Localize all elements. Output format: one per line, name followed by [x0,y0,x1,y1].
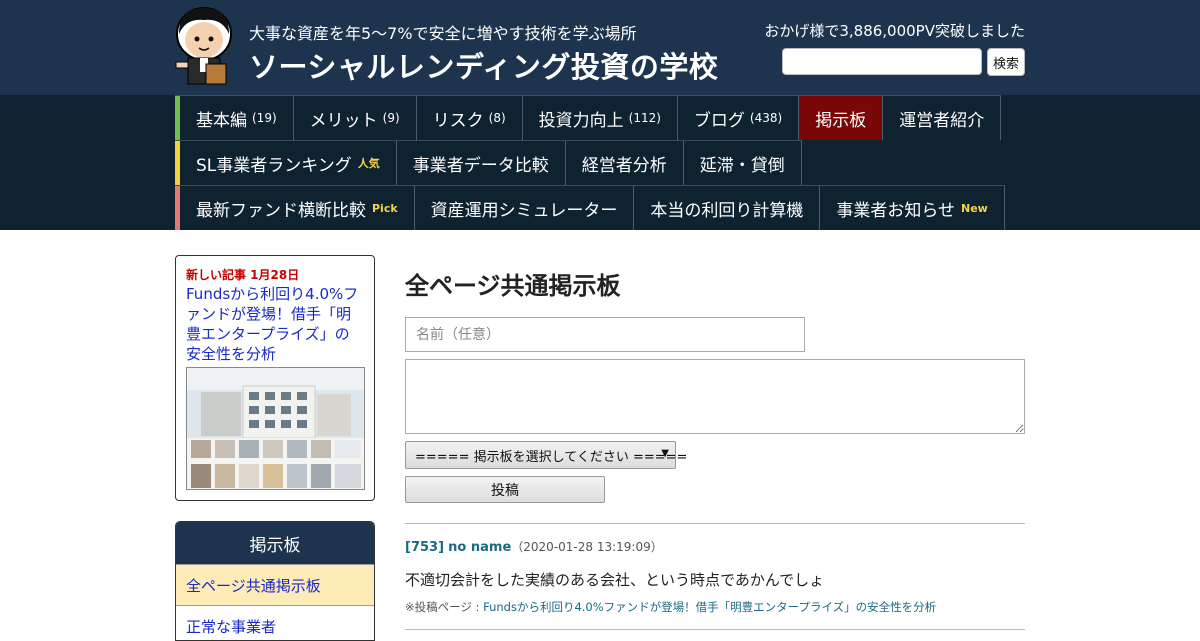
nav-item-label: 最新ファンド横断比較 [196,200,366,221]
post-source-link[interactable]: Fundsから利回り4.0%ファンドが登場！借手「明豊エンタープライズ」の安全性… [483,600,936,614]
nav-item-label: 投資力向上 [538,110,624,131]
nav-item-label: 事業者お知らせ [836,200,956,221]
site-tagline: 大事な資産を年5～7%で安全に増やす技術を学ぶ場所 [249,24,637,43]
nav-item-risks[interactable]: リスク (8) [417,96,523,140]
nav-item-defaults[interactable]: 延滞・貸倒 [684,141,802,185]
nav-item-fund-compare[interactable]: 最新ファンド横断比較 Pick [180,186,415,230]
page-title: 全ページ共通掲示板 [405,272,621,300]
nav-item-label: ブログ [693,110,745,131]
post-body: 不適切会計をした実績のある会社、という時点であかんでしょ [405,571,825,589]
site-title[interactable]: ソーシャルレンディング投資の学校 [249,44,718,86]
nav-item-count: (9) [382,111,400,125]
nav-item-yield-calc[interactable]: 本当の利回り計算機 [634,186,821,230]
nav-item-label: 掲示板 [815,110,867,131]
pv-counter: おかげ様で3,886,000PV突破しました [764,22,1025,40]
nav-row-2: SL事業者ランキング 人気 事業者データ比較 経営者分析 延滞・貸倒 [175,140,802,185]
nav-row-1: 基本編 (19) メリット (9) リスク (8) 投資力向上 (112) ブログ (43… [175,95,1002,140]
nav-row-3: 最新ファンド横断比較 Pick 資産運用シミュレーター 本当の利回り計算機 事業者… [175,185,1005,230]
nav-item-simulator[interactable]: 資産運用シミュレーター [415,186,635,230]
post-source-prefix: ※投稿ページ : [405,600,484,614]
new-article-link[interactable]: Fundsから利回り4.0%ファンドが登場！借手「明豊エンタープライズ」の安全性… [186,284,364,364]
nav-item-label: 延滞・貸倒 [699,155,785,176]
nav-item-ranking[interactable]: SL事業者ランキング 人気 [180,141,397,185]
nav-item-label: 基本編 [196,110,247,131]
nav-item-blog[interactable]: ブログ (438) [678,96,800,140]
nav-item-about[interactable]: 運営者紹介 [883,96,1002,140]
message-textarea[interactable] [405,359,1025,434]
board-item-normal-operators[interactable]: 正常な事業者 [176,605,374,640]
nav-item-count: (8) [488,111,506,125]
board-select-value: ===== 掲示板を選択してください ===== [415,449,688,465]
mascot-logo-icon[interactable] [174,6,234,88]
nav-item-count: (112) [628,111,661,125]
building-image [187,368,364,489]
article-thumbnail[interactable] [186,367,365,490]
nav-badge: New [961,201,988,215]
nav-item-label: 運営者紹介 [899,110,985,131]
nav-item-skills[interactable]: 投資力向上 (112) [523,96,678,140]
post-author: no name [448,540,512,555]
new-article-label: 新しい記事 1月28日 [186,268,300,282]
nav-item-label: 本当の利回り計算機 [650,200,804,221]
nav-badge: Pick [372,201,398,215]
board-item-common[interactable]: 全ページ共通掲示板 [176,564,374,605]
search-input[interactable] [782,48,982,75]
nav-item-label: メリット [309,110,378,131]
nav-item-basics[interactable]: 基本編 (19) [180,96,294,140]
name-field[interactable] [405,317,805,352]
nav-badge: 人気 [357,157,380,170]
search-button[interactable]: 検索 [987,48,1025,76]
nav-item-label: 事業者データ比較 [412,155,549,176]
nav-item-label: SL事業者ランキング [196,155,352,176]
board-list-heading: 掲示板 [176,522,374,564]
nav-item-operator-news[interactable]: 事業者お知らせ New [820,186,1005,230]
submit-button[interactable]: 投稿 [405,476,605,503]
nav-item-label: リスク [432,110,484,131]
new-article-box: 新しい記事 1月28日 Fundsから利回り4.0%ファンドが登場！借手「明豊エ… [175,255,375,501]
board-list-box: 掲示板 全ページ共通掲示板 正常な事業者 [175,521,375,641]
nav-item-label: 資産運用シミュレーター [430,200,618,221]
post-source: ※投稿ページ : Fundsから利回り4.0%ファンドが登場！借手「明豊エンター… [405,599,936,615]
post-divider [405,523,1025,524]
dropdown-caret-icon: ▼ [661,448,669,459]
nav-item-count: (19) [252,111,277,125]
post-number[interactable]: [753] [405,540,444,555]
nav-item-data-compare[interactable]: 事業者データ比較 [397,141,566,185]
nav-item-ceo-analysis[interactable]: 経営者分析 [566,141,684,185]
nav-item-label: 経営者分析 [581,155,667,176]
main-nav: 基本編 (19) メリット (9) リスク (8) 投資力向上 (112) ブログ (43… [0,95,1200,230]
nav-item-merits[interactable]: メリット (9) [294,96,417,140]
site-header: 大事な資産を年5～7%で安全に増やす技術を学ぶ場所 ソーシャルレンディング投資の… [0,0,1200,95]
nav-item-board[interactable]: 掲示板 [799,96,884,140]
post-date: （2020-01-28 13:19:09） [511,540,663,554]
board-select[interactable]: ===== 掲示板を選択してください ===== ▼ [405,441,687,469]
nav-item-count: (438) [749,111,783,125]
post-meta: [753] no name（2020-01-28 13:19:09） [405,538,663,555]
